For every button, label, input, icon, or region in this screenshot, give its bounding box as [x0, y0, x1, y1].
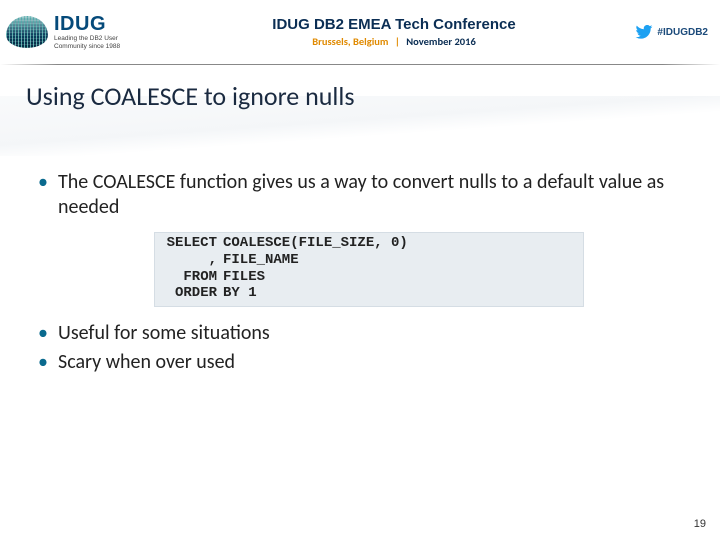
code-rest: FILES — [223, 269, 265, 286]
content-area: The COALESCE function gives us a way to … — [34, 170, 680, 379]
code-line: ORDERBY 1 — [163, 285, 575, 302]
bullet-intro: The COALESCE function gives us a way to … — [34, 170, 680, 220]
code-line: ,FILE_NAME — [163, 252, 575, 269]
slide: IDUG Leading the DB2 User Community sinc… — [0, 0, 720, 540]
brand-tagline-1: Leading the DB2 User — [54, 36, 120, 43]
conference-location: Brussels, Belgium — [312, 35, 388, 48]
code-kw: , — [163, 252, 223, 269]
code-kw: ORDER — [163, 285, 223, 302]
bullet-list: The COALESCE function gives us a way to … — [34, 170, 680, 220]
code-rest: FILE_NAME — [223, 252, 299, 269]
bullet-scary: Scary when over used — [34, 350, 680, 375]
code-rest: BY 1 — [223, 285, 257, 302]
bullet-useful: Useful for some situations — [34, 321, 680, 346]
header-rule — [0, 64, 720, 65]
bullet-list: Useful for some situations Scary when ov… — [34, 321, 680, 375]
page-title: Using COALESCE to ignore nulls — [26, 80, 355, 112]
conference-title: IDUG DB2 EMEA Tech Conference — [186, 16, 602, 33]
code-block: SELECTCOALESCE(FILE_SIZE, 0) ,FILE_NAME … — [154, 232, 584, 307]
conference-separator: | — [391, 35, 404, 48]
brand-name: IDUG — [54, 14, 120, 34]
code-line: FROMFILES — [163, 269, 575, 286]
code-rest: COALESCE(FILE_SIZE, 0) — [223, 235, 408, 252]
brand-tagline-2: Community since 1988 — [54, 44, 120, 51]
conference-subtitle: Brussels, Belgium | November 2016 — [186, 35, 602, 48]
globe-icon — [6, 16, 48, 48]
brand-text: IDUG Leading the DB2 User Community sinc… — [54, 14, 120, 51]
conference-block: IDUG DB2 EMEA Tech Conference Brussels, … — [186, 16, 602, 48]
page-number: 19 — [694, 518, 706, 530]
code-kw: SELECT — [163, 235, 223, 252]
hashtag-area: #IDUGDB2 — [602, 25, 712, 39]
conference-date: November 2016 — [406, 35, 476, 48]
slide-header: IDUG Leading the DB2 User Community sinc… — [0, 0, 720, 60]
code-kw: FROM — [163, 269, 223, 286]
twitter-icon — [635, 25, 653, 39]
logo-area: IDUG Leading the DB2 User Community sinc… — [6, 14, 186, 51]
code-line: SELECTCOALESCE(FILE_SIZE, 0) — [163, 235, 575, 252]
hashtag: #IDUGDB2 — [657, 27, 708, 38]
